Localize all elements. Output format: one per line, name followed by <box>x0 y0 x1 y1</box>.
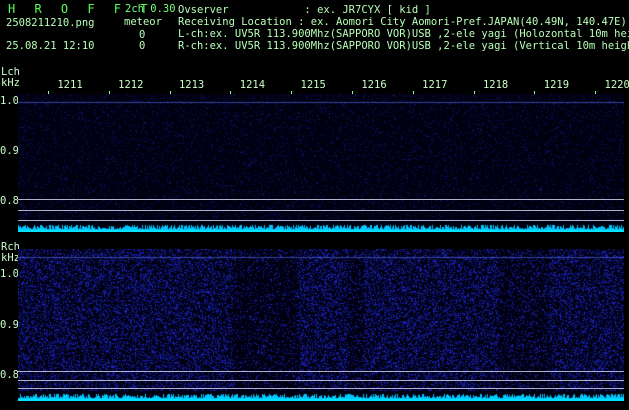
rch-info-line: R-ch:ex. UV5R 113.900Mhz(SAPPORO VOR)USB… <box>178 40 629 52</box>
datetime-label: 25.08.21 12:10 <box>6 40 95 52</box>
time-tick-label: 1217 <box>422 79 448 91</box>
app-version: 2ch 0.30 <box>125 3 176 15</box>
time-tick-label: 1212 <box>118 79 144 91</box>
lch-info-line: L-ch:ex. UV5R 113.900Mhz(SAPPORO VOR)USB… <box>178 28 629 40</box>
lch-spectrogram <box>18 94 624 232</box>
time-tick-label: 1216 <box>361 79 387 91</box>
rch-spectrogram <box>18 249 624 401</box>
lch-marker-line <box>18 199 624 200</box>
time-axis: 1211 1212 1213 1214 1215 1216 1217 1218 1219 1220 <box>18 79 629 94</box>
time-tick-label: 1218 <box>482 79 509 91</box>
rch-marker-line <box>18 388 624 389</box>
lch-ytick-1-0: 1.0 <box>0 95 19 107</box>
filename-label: 2508211210.png <box>6 17 95 29</box>
time-tick-label: 1213 <box>178 79 205 91</box>
lch-marker-line <box>18 210 624 211</box>
time-tick-label: 1220 <box>604 79 629 91</box>
lch-spectrogram-canvas <box>18 94 624 232</box>
rch-ytick-1-0: 1.0 <box>0 268 19 280</box>
time-tick-label: 1211 <box>57 79 83 91</box>
time-tick-label: 1215 <box>300 79 326 91</box>
rch-marker-line <box>18 380 624 381</box>
rch-marker-line <box>18 371 624 372</box>
rch-spectrogram-canvas <box>18 249 624 401</box>
time-tick-label: 1219 <box>543 79 570 91</box>
rch-ytick-0-9: 0.9 <box>0 319 19 331</box>
rch-meteor-count: 0 <box>139 40 146 52</box>
rch-ytick-0-8: 0.8 <box>0 369 19 381</box>
lch-marker-line <box>18 220 624 221</box>
location-line: Receiving Location : ex. Aomori City Aom… <box>178 16 627 28</box>
observer-line: Ovserver : ex. JR7CYX [ kid ] <box>178 4 431 16</box>
lch-ytick-0-8: 0.8 <box>0 195 19 207</box>
time-tick-label: 1214 <box>239 79 266 91</box>
lch-ytick-0-9: 0.9 <box>0 145 19 157</box>
meteor-counter-label: meteor <box>124 16 162 28</box>
